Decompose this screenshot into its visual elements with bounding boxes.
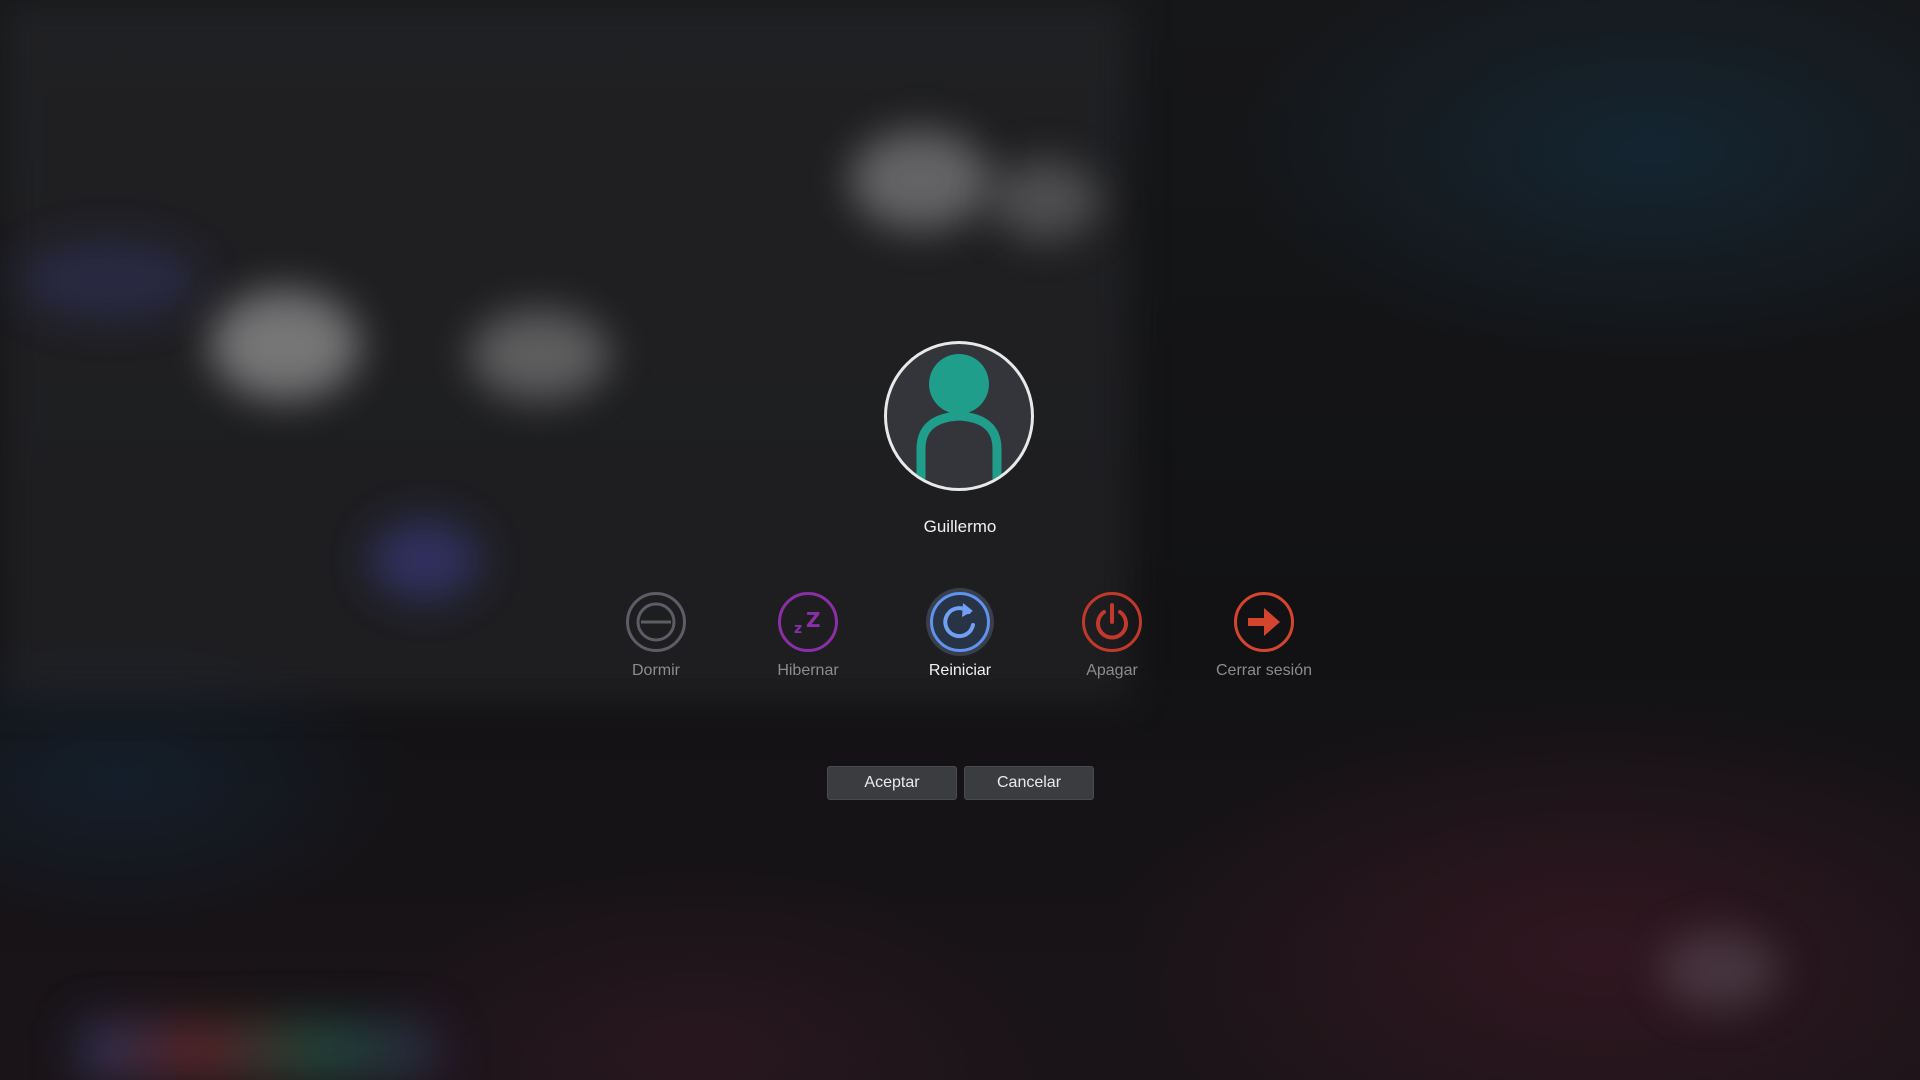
hibernate-label: Hibernar: [777, 662, 839, 679]
power-icon: [1082, 592, 1142, 652]
restart-icon: [930, 592, 990, 652]
cancel-button[interactable]: Cancelar: [964, 766, 1094, 800]
blurred-shape: [850, 130, 990, 230]
sleep-icon: [626, 592, 686, 652]
logout-icon: [1234, 592, 1294, 652]
hibernate-icon: z Z: [778, 592, 838, 652]
blurred-desktop-background: [0, 0, 1920, 1080]
blurred-dock: [80, 1020, 440, 1080]
blurred-shape: [470, 310, 610, 400]
blurred-shape: [20, 240, 200, 320]
user-avatar: [884, 341, 1034, 491]
sleep-button[interactable]: Dormir: [580, 592, 732, 680]
restart-label: Reiniciar: [928, 662, 992, 679]
accept-button[interactable]: Aceptar: [827, 766, 957, 800]
logout-label: Cerrar sesión: [1215, 662, 1313, 679]
sleep-label: Dormir: [632, 662, 680, 679]
restart-button[interactable]: Reiniciar: [884, 592, 1036, 680]
blurred-shape: [1660, 930, 1780, 1010]
user-name: Guillermo: [923, 517, 997, 536]
svg-text:Z: Z: [806, 608, 821, 632]
shutdown-label: Apagar: [1086, 662, 1138, 679]
hibernate-button[interactable]: z Z Hibernar: [732, 592, 884, 680]
user-avatar-icon: [916, 354, 1002, 488]
blurred-shape: [990, 160, 1100, 240]
blurred-shape: [370, 520, 480, 600]
blurred-shape: [210, 290, 360, 400]
shutdown-button[interactable]: Apagar: [1036, 592, 1188, 680]
logout-button[interactable]: Cerrar sesión: [1188, 592, 1340, 680]
svg-text:z: z: [794, 621, 802, 637]
